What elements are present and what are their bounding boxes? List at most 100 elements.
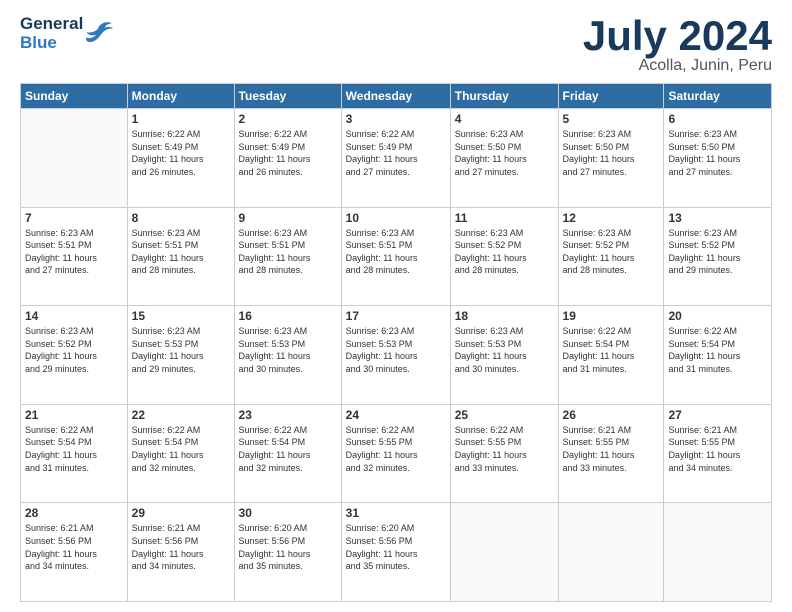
table-row: 29Sunrise: 6:21 AM Sunset: 5:56 PM Dayli… bbox=[127, 503, 234, 602]
calendar-week-row: 28 Sunrise: 6:21 AM Sunset: 5:56 PM Dayli… bbox=[21, 503, 772, 602]
day-info: Sunrise: 6:22 AM Sunset: 5:55 PM Dayligh… bbox=[346, 424, 446, 474]
day-info: Sunrise: 6:22 AM Sunset: 5:49 PM Dayligh… bbox=[346, 128, 446, 178]
table-row: 6Sunrise: 6:23 AM Sunset: 5:50 PM Daylig… bbox=[664, 109, 772, 208]
day-info: Sunrise: 6:22 AM Sunset: 5:54 PM Dayligh… bbox=[239, 424, 337, 474]
table-row: 3 Sunrise: 6:22 AM Sunset: 5:49 PM Daylig… bbox=[341, 109, 450, 208]
day-number: 24 bbox=[346, 408, 446, 422]
day-info: Sunrise: 6:22 AM Sunset: 5:54 PM Dayligh… bbox=[563, 325, 660, 375]
day-info: Sunrise: 6:21 AM Sunset: 5:56 PM Dayligh… bbox=[25, 522, 123, 572]
logo-bird-icon bbox=[85, 19, 113, 47]
day-info: Sunrise: 6:21 AM Sunset: 5:55 PM Dayligh… bbox=[563, 424, 660, 474]
calendar-header-row: Sunday Monday Tuesday Wednesday Thursday… bbox=[21, 84, 772, 109]
day-number: 23 bbox=[239, 408, 337, 422]
day-number: 13 bbox=[668, 211, 767, 225]
table-row bbox=[664, 503, 772, 602]
day-info: Sunrise: 6:23 AM Sunset: 5:50 PM Dayligh… bbox=[563, 128, 660, 178]
day-info: Sunrise: 6:23 AM Sunset: 5:52 PM Dayligh… bbox=[668, 227, 767, 277]
day-info: Sunrise: 6:21 AM Sunset: 5:55 PM Dayligh… bbox=[668, 424, 767, 474]
day-number: 5 bbox=[563, 112, 660, 126]
table-row: 31 Sunrise: 6:20 AM Sunset: 5:56 PM Dayli… bbox=[341, 503, 450, 602]
col-monday: Monday bbox=[127, 84, 234, 109]
day-number: 29 bbox=[132, 506, 230, 520]
day-info: Sunrise: 6:23 AM Sunset: 5:53 PM Dayligh… bbox=[455, 325, 554, 375]
day-info: Sunrise: 6:20 AM Sunset: 5:56 PM Dayligh… bbox=[239, 522, 337, 572]
day-number: 17 bbox=[346, 309, 446, 323]
table-row: 18 Sunrise: 6:23 AM Sunset: 5:53 PM Dayli… bbox=[450, 306, 558, 405]
day-number: 21 bbox=[25, 408, 123, 422]
table-row: 8Sunrise: 6:23 AM Sunset: 5:51 PM Daylig… bbox=[127, 207, 234, 306]
table-row bbox=[450, 503, 558, 602]
day-info: Sunrise: 6:22 AM Sunset: 5:49 PM Dayligh… bbox=[239, 128, 337, 178]
header: General Blue July 2024 Acolla, Junin, Pe… bbox=[20, 15, 772, 75]
table-row: 25 Sunrise: 6:22 AM Sunset: 5:55 PM Dayli… bbox=[450, 404, 558, 503]
day-number: 27 bbox=[668, 408, 767, 422]
day-number: 14 bbox=[25, 309, 123, 323]
table-row: 16Sunrise: 6:23 AM Sunset: 5:53 PM Dayli… bbox=[234, 306, 341, 405]
day-number: 7 bbox=[25, 211, 123, 225]
col-thursday: Thursday bbox=[450, 84, 558, 109]
day-number: 18 bbox=[455, 309, 554, 323]
day-info: Sunrise: 6:22 AM Sunset: 5:54 PM Dayligh… bbox=[668, 325, 767, 375]
col-tuesday: Tuesday bbox=[234, 84, 341, 109]
day-number: 28 bbox=[25, 506, 123, 520]
logo-general: General bbox=[20, 15, 83, 34]
day-number: 25 bbox=[455, 408, 554, 422]
col-friday: Friday bbox=[558, 84, 664, 109]
table-row: 11 Sunrise: 6:23 AM Sunset: 5:52 PM Dayli… bbox=[450, 207, 558, 306]
day-number: 9 bbox=[239, 211, 337, 225]
calendar-table: Sunday Monday Tuesday Wednesday Thursday… bbox=[20, 83, 772, 602]
title-block: July 2024 Acolla, Junin, Peru bbox=[583, 15, 772, 75]
day-info: Sunrise: 6:22 AM Sunset: 5:54 PM Dayligh… bbox=[132, 424, 230, 474]
logo-blue: Blue bbox=[20, 34, 83, 53]
table-row: 30 Sunrise: 6:20 AM Sunset: 5:56 PM Dayli… bbox=[234, 503, 341, 602]
table-row bbox=[21, 109, 128, 208]
day-number: 3 bbox=[346, 112, 446, 126]
day-number: 11 bbox=[455, 211, 554, 225]
day-number: 20 bbox=[668, 309, 767, 323]
day-number: 30 bbox=[239, 506, 337, 520]
day-number: 12 bbox=[563, 211, 660, 225]
day-info: Sunrise: 6:23 AM Sunset: 5:51 PM Dayligh… bbox=[239, 227, 337, 277]
day-number: 22 bbox=[132, 408, 230, 422]
table-row: 22 Sunrise: 6:22 AM Sunset: 5:54 PM Dayli… bbox=[127, 404, 234, 503]
col-wednesday: Wednesday bbox=[341, 84, 450, 109]
table-row: 20 Sunrise: 6:22 AM Sunset: 5:54 PM Dayli… bbox=[664, 306, 772, 405]
table-row: 10Sunrise: 6:23 AM Sunset: 5:51 PM Dayli… bbox=[341, 207, 450, 306]
day-info: Sunrise: 6:23 AM Sunset: 5:52 PM Dayligh… bbox=[455, 227, 554, 277]
day-number: 16 bbox=[239, 309, 337, 323]
day-info: Sunrise: 6:23 AM Sunset: 5:52 PM Dayligh… bbox=[25, 325, 123, 375]
day-number: 4 bbox=[455, 112, 554, 126]
day-number: 15 bbox=[132, 309, 230, 323]
table-row: 13 Sunrise: 6:23 AM Sunset: 5:52 PM Dayli… bbox=[664, 207, 772, 306]
table-row: 26Sunrise: 6:21 AM Sunset: 5:55 PM Dayli… bbox=[558, 404, 664, 503]
table-row: 21Sunrise: 6:22 AM Sunset: 5:54 PM Dayli… bbox=[21, 404, 128, 503]
table-row: 12Sunrise: 6:23 AM Sunset: 5:52 PM Dayli… bbox=[558, 207, 664, 306]
day-info: Sunrise: 6:22 AM Sunset: 5:49 PM Dayligh… bbox=[132, 128, 230, 178]
day-number: 19 bbox=[563, 309, 660, 323]
day-info: Sunrise: 6:22 AM Sunset: 5:55 PM Dayligh… bbox=[455, 424, 554, 474]
title-location: Acolla, Junin, Peru bbox=[583, 57, 772, 75]
calendar-week-row: 21 Sunrise: 6:22 AM Sunset: 5:54 PM Dayli… bbox=[21, 404, 772, 503]
day-info: Sunrise: 6:23 AM Sunset: 5:53 PM Dayligh… bbox=[132, 325, 230, 375]
day-number: 31 bbox=[346, 506, 446, 520]
calendar-week-row: 7 Sunrise: 6:23 AM Sunset: 5:51 PM Daylig… bbox=[21, 207, 772, 306]
table-row: 15 Sunrise: 6:23 AM Sunset: 5:53 PM Dayli… bbox=[127, 306, 234, 405]
table-row: 1Sunrise: 6:22 AM Sunset: 5:49 PM Daylig… bbox=[127, 109, 234, 208]
table-row: 14 Sunrise: 6:23 AM Sunset: 5:52 PM Dayli… bbox=[21, 306, 128, 405]
day-info: Sunrise: 6:23 AM Sunset: 5:50 PM Dayligh… bbox=[668, 128, 767, 178]
calendar-week-row: 14 Sunrise: 6:23 AM Sunset: 5:52 PM Dayli… bbox=[21, 306, 772, 405]
table-row: 5 Sunrise: 6:23 AM Sunset: 5:50 PM Daylig… bbox=[558, 109, 664, 208]
day-info: Sunrise: 6:20 AM Sunset: 5:56 PM Dayligh… bbox=[346, 522, 446, 572]
logo: General Blue bbox=[20, 15, 113, 52]
day-info: Sunrise: 6:23 AM Sunset: 5:51 PM Dayligh… bbox=[25, 227, 123, 277]
table-row: 7 Sunrise: 6:23 AM Sunset: 5:51 PM Daylig… bbox=[21, 207, 128, 306]
day-number: 2 bbox=[239, 112, 337, 126]
table-row: 24 Sunrise: 6:22 AM Sunset: 5:55 PM Dayli… bbox=[341, 404, 450, 503]
table-row: 2 Sunrise: 6:22 AM Sunset: 5:49 PM Daylig… bbox=[234, 109, 341, 208]
day-number: 8 bbox=[132, 211, 230, 225]
day-info: Sunrise: 6:23 AM Sunset: 5:53 PM Dayligh… bbox=[346, 325, 446, 375]
col-sunday: Sunday bbox=[21, 84, 128, 109]
table-row: 28 Sunrise: 6:21 AM Sunset: 5:56 PM Dayli… bbox=[21, 503, 128, 602]
calendar-week-row: 1Sunrise: 6:22 AM Sunset: 5:49 PM Daylig… bbox=[21, 109, 772, 208]
table-row: 19 Sunrise: 6:22 AM Sunset: 5:54 PM Dayli… bbox=[558, 306, 664, 405]
